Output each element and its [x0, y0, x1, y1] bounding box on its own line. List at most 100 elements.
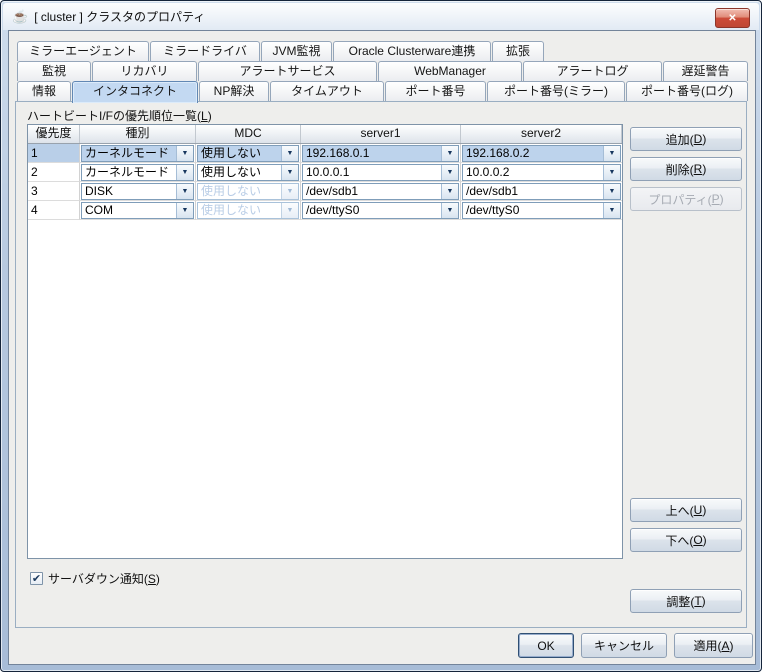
chevron-down-icon[interactable]: ▼ — [281, 165, 298, 180]
server2-combo[interactable]: /dev/ttyS0 ▼ — [462, 202, 621, 219]
cancel-button[interactable]: キャンセル — [581, 633, 667, 658]
chevron-down-icon[interactable]: ▼ — [603, 184, 620, 199]
priority-cell[interactable]: 2 — [28, 163, 80, 182]
tab-recovery[interactable]: リカバリ — [92, 61, 197, 81]
mdc-combo: 使用しない ▼ — [197, 202, 299, 219]
screenshot: ☕ [ cluster ] クラスタのプロパティ ✕ ミラーエージェント ミラー… — [0, 0, 762, 672]
combo-value: カーネルモード — [82, 146, 176, 161]
combo-value: /dev/sdb1 — [303, 184, 441, 199]
chevron-down-icon: ▼ — [281, 203, 298, 218]
server1-combo[interactable]: 192.168.0.1 ▼ — [302, 145, 459, 162]
combo-value: 192.168.0.2 — [463, 146, 603, 161]
chevron-down-icon[interactable]: ▼ — [603, 203, 620, 218]
ok-button[interactable]: OK — [518, 633, 574, 658]
table-header: 優先度 種別 MDC server1 server2 — [28, 125, 622, 144]
tab-jvm-monitor[interactable]: JVM監視 — [261, 41, 332, 61]
properties-button: プロパティ(P) — [630, 187, 742, 211]
chevron-down-icon[interactable]: ▼ — [176, 184, 193, 199]
dialog-window: ☕ [ cluster ] クラスタのプロパティ ✕ ミラーエージェント ミラー… — [0, 0, 762, 672]
priority-cell[interactable]: 4 — [28, 201, 80, 220]
combo-value: カーネルモード — [82, 165, 176, 180]
combo-value: /dev/ttyS0 — [463, 203, 603, 218]
mdc-combo[interactable]: 使用しない ▼ — [197, 164, 299, 181]
chevron-down-icon: ▼ — [281, 184, 298, 199]
combo-value: 192.168.0.1 — [303, 146, 441, 161]
tab-alert-log[interactable]: アラートログ — [523, 61, 662, 81]
chevron-down-icon[interactable]: ▼ — [441, 203, 458, 218]
server1-combo[interactable]: /dev/ttyS0 ▼ — [302, 202, 459, 219]
col-header-mdc[interactable]: MDC — [196, 125, 301, 143]
checkbox-label: サーバダウン通知(S) — [48, 570, 160, 587]
server2-combo[interactable]: /dev/sdb1 ▼ — [462, 183, 621, 200]
combo-value: 使用しない — [198, 146, 281, 161]
col-header-server2[interactable]: server2 — [461, 125, 622, 143]
chevron-down-icon[interactable]: ▼ — [441, 146, 458, 161]
combo-value: DISK — [82, 184, 176, 199]
close-button[interactable]: ✕ — [715, 8, 750, 28]
chevron-down-icon[interactable]: ▼ — [176, 165, 193, 180]
tab-oracle-clusterware[interactable]: Oracle Clusterware連携 — [333, 41, 491, 61]
mdc-combo[interactable]: 使用しない ▼ — [197, 145, 299, 162]
chevron-down-icon[interactable]: ▼ — [176, 203, 193, 218]
move-up-button[interactable]: 上へ(U) — [630, 498, 742, 522]
checkbox-check-icon[interactable]: ✔ — [30, 572, 43, 585]
server1-combo[interactable]: 10.0.0.1 ▼ — [302, 164, 459, 181]
add-button[interactable]: 追加(D) — [630, 127, 742, 151]
type-combo[interactable]: カーネルモード ▼ — [81, 164, 194, 181]
type-combo[interactable]: カーネルモード ▼ — [81, 145, 194, 162]
dialog-client-area: ミラーエージェント ミラードライバ JVM監視 Oracle Clusterwa… — [8, 30, 756, 665]
tab-mirror-driver[interactable]: ミラードライバ — [150, 41, 260, 61]
tab-np-resolution[interactable]: NP解決 — [199, 81, 269, 101]
combo-value: /dev/sdb1 — [463, 184, 603, 199]
tab-port[interactable]: ポート番号 — [385, 81, 486, 101]
server2-combo[interactable]: 192.168.0.2 ▼ — [462, 145, 621, 162]
chevron-down-icon[interactable]: ▼ — [281, 146, 298, 161]
interconnect-panel: ハートビートI/Fの優先順位一覧(L) 優先度 種別 MDC server1 s… — [15, 101, 747, 628]
tune-button[interactable]: 調整(T) — [630, 589, 742, 613]
chevron-down-icon[interactable]: ▼ — [603, 146, 620, 161]
type-combo[interactable]: DISK ▼ — [81, 183, 194, 200]
chevron-down-icon[interactable]: ▼ — [603, 165, 620, 180]
combo-value: 使用しない — [198, 184, 281, 199]
chevron-down-icon[interactable]: ▼ — [441, 184, 458, 199]
type-combo[interactable]: COM ▼ — [81, 202, 194, 219]
tab-port-mirror[interactable]: ポート番号(ミラー) — [487, 81, 625, 101]
title-bar[interactable]: ☕ [ cluster ] クラスタのプロパティ ✕ — [3, 3, 759, 30]
tab-alert-service[interactable]: アラートサービス — [198, 61, 377, 81]
server1-combo[interactable]: /dev/sdb1 ▼ — [302, 183, 459, 200]
chevron-down-icon[interactable]: ▼ — [441, 165, 458, 180]
chevron-down-icon[interactable]: ▼ — [176, 146, 193, 161]
tab-row-1: ミラーエージェント ミラードライバ JVM監視 Oracle Clusterwa… — [17, 41, 545, 61]
remove-button[interactable]: 削除(R) — [630, 157, 742, 181]
tab-info[interactable]: 情報 — [17, 81, 71, 101]
tab-webmanager[interactable]: WebManager — [378, 61, 522, 81]
table-row[interactable]: 4 COM ▼ 使用しない ▼ — [28, 201, 622, 220]
tab-port-log[interactable]: ポート番号(ログ) — [626, 81, 748, 101]
col-header-server1[interactable]: server1 — [301, 125, 461, 143]
combo-value: /dev/ttyS0 — [303, 203, 441, 218]
table-row[interactable]: 2 カーネルモード ▼ 使用しない ▼ — [28, 163, 622, 182]
table-row[interactable]: 3 DISK ▼ 使用しない ▼ — [28, 182, 622, 201]
combo-value: 10.0.0.2 — [463, 165, 603, 180]
tab-interconnect[interactable]: インタコネクト — [72, 81, 198, 103]
tab-delay-warning[interactable]: 遅延警告 — [663, 61, 748, 81]
heartbeat-priority-table[interactable]: 優先度 種別 MDC server1 server2 1 カーネルモード ▼ — [27, 124, 623, 559]
java-icon: ☕ — [12, 10, 28, 23]
combo-value: 使用しない — [198, 165, 281, 180]
tab-extension[interactable]: 拡張 — [492, 41, 544, 61]
tab-mirror-agent[interactable]: ミラーエージェント — [17, 41, 149, 61]
priority-cell[interactable]: 3 — [28, 182, 80, 201]
col-header-priority[interactable]: 優先度 — [28, 125, 80, 143]
move-down-button[interactable]: 下へ(O) — [630, 528, 742, 552]
server-down-notify-checkbox[interactable]: ✔ サーバダウン通知(S) — [30, 570, 160, 587]
tab-timeout[interactable]: タイムアウト — [270, 81, 384, 101]
col-header-type[interactable]: 種別 — [80, 125, 196, 143]
priority-list-label: ハートビートI/Fの優先順位一覧(L) — [27, 107, 212, 124]
table-row[interactable]: 1 カーネルモード ▼ 使用しない ▼ — [28, 144, 622, 163]
combo-value: 10.0.0.1 — [303, 165, 441, 180]
priority-cell[interactable]: 1 — [28, 144, 80, 163]
server2-combo[interactable]: 10.0.0.2 ▼ — [462, 164, 621, 181]
combo-value: 使用しない — [198, 203, 281, 218]
tab-monitor[interactable]: 監視 — [17, 61, 91, 81]
apply-button[interactable]: 適用(A) — [674, 633, 753, 658]
